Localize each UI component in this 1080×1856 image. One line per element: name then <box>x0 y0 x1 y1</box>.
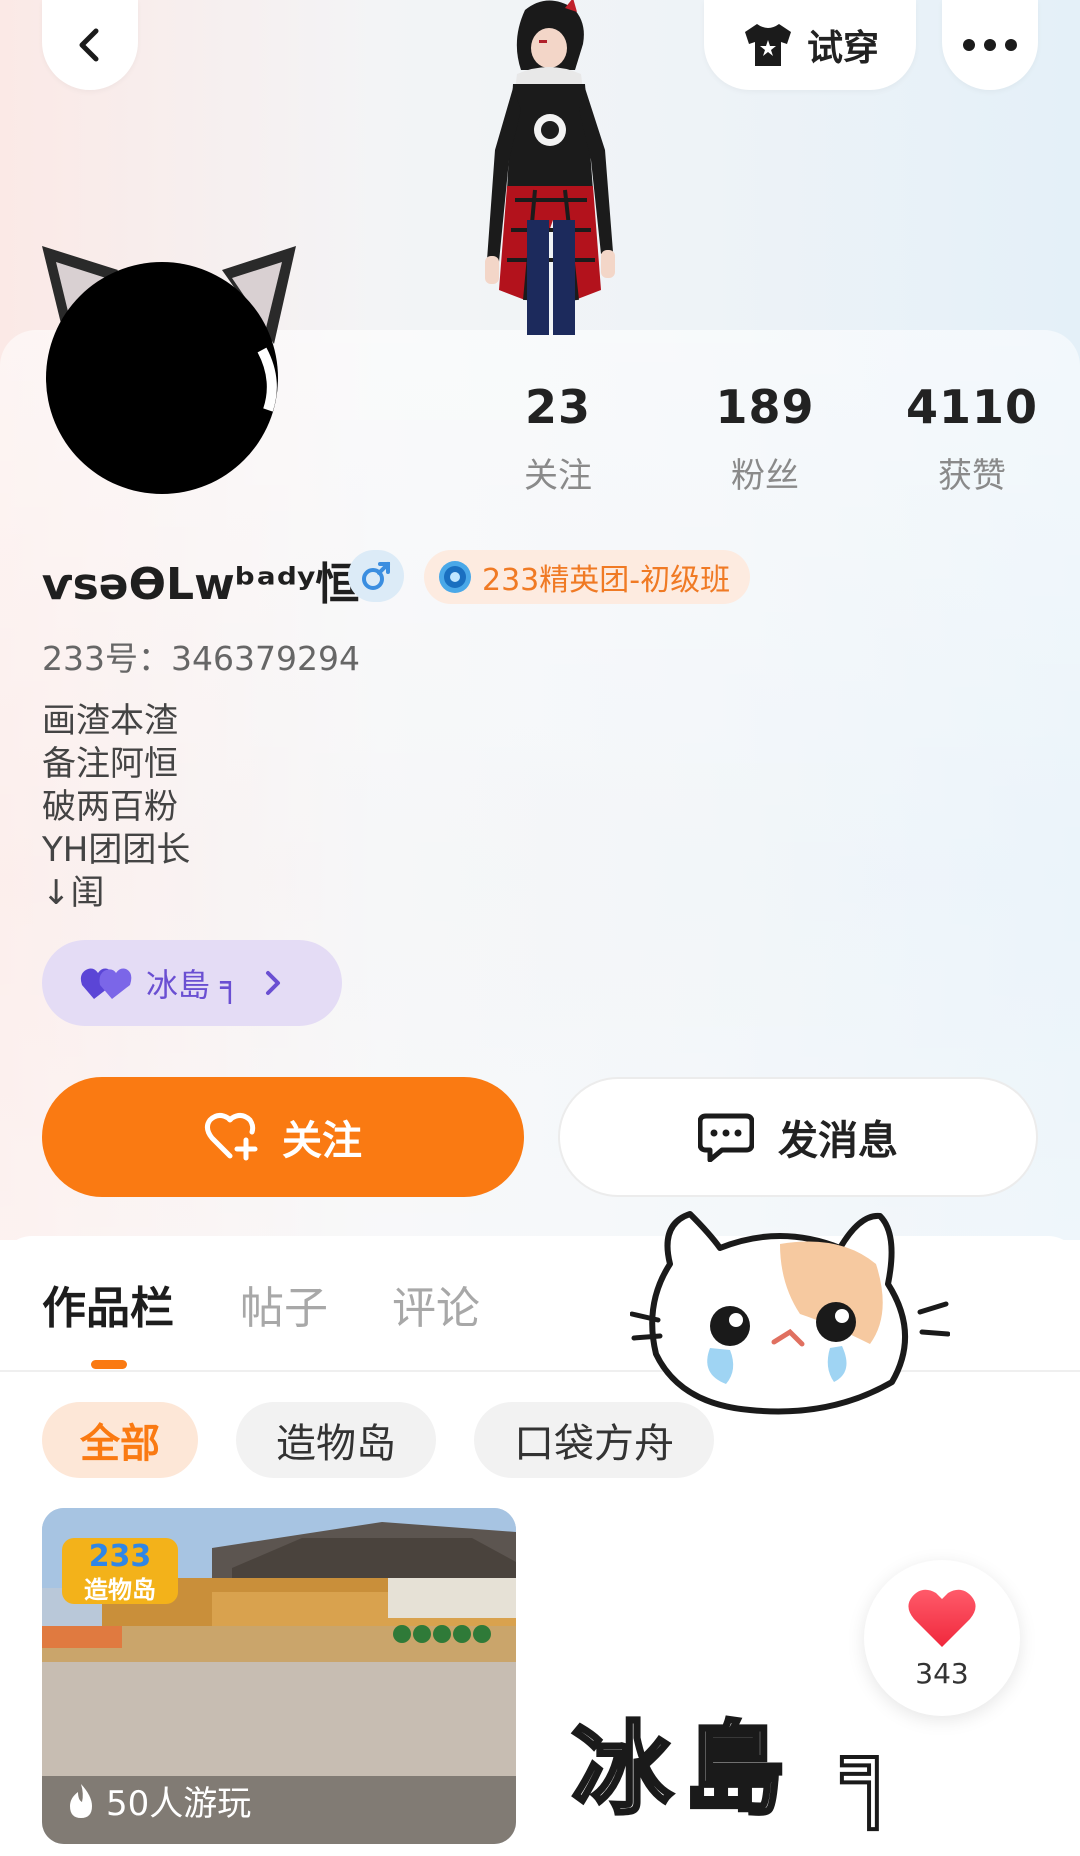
bio-line: ↓闺 <box>42 873 105 913</box>
followers-count: 189 <box>715 380 815 434</box>
play-count: 50人游玩 <box>66 1776 251 1825</box>
group-badge-label: 233精英团-初级班 <box>482 563 731 598</box>
logo-line-2: 造物岛 <box>84 1576 156 1604</box>
flame-icon <box>70 1783 92 1818</box>
sticker-caption: 冰島 ╕ <box>570 1709 916 1830</box>
user-avatar[interactable] <box>40 240 300 500</box>
followers-label: 粉丝 <box>731 456 799 496</box>
heart-pair-icon <box>80 968 132 999</box>
likes-label: 获赞 <box>938 456 1006 496</box>
more-dots-icon <box>963 39 1017 51</box>
male-icon <box>362 562 390 590</box>
heart-icon <box>908 1589 976 1647</box>
user-id: 233号：346379294 <box>42 639 360 678</box>
gender-badge <box>348 550 404 602</box>
filter-pocket-ark[interactable]: 口袋方舟 <box>474 1402 714 1478</box>
likes-count: 4110 <box>905 380 1039 434</box>
tab-posts[interactable]: 帖子 <box>240 1272 328 1336</box>
message-button[interactable]: 发消息 <box>558 1077 1038 1197</box>
profile-bio: 画渣本渣 备注阿恒 破两百粉 YH团团长 ↓闺 <box>42 700 190 915</box>
message-label: 发消息 <box>778 1118 898 1164</box>
follow-button[interactable]: 关注 <box>42 1077 524 1197</box>
follow-label: 关注 <box>282 1118 362 1164</box>
bio-line: YH团团长 <box>42 830 191 870</box>
like-count: 343 <box>915 1656 969 1690</box>
chevron-left-icon <box>79 28 99 62</box>
chevron-right-icon <box>266 971 281 995</box>
logo-line-1: 233 <box>89 1539 152 1574</box>
stat-followers[interactable]: 189 粉丝 <box>665 380 865 497</box>
relationship-tag-label: 冰島 ╕ <box>146 966 240 1004</box>
try-on-label: 试穿 <box>806 28 879 69</box>
character-avatar-figure[interactable] <box>455 0 640 335</box>
bio-line: 画渣本渣 <box>42 701 178 741</box>
heart-plus-icon <box>204 1112 258 1161</box>
cat-sticker <box>630 1211 950 1415</box>
stat-likes[interactable]: 4110 获赞 <box>872 380 1072 497</box>
tab-indicator <box>91 1360 127 1369</box>
tab-works[interactable]: 作品栏 <box>42 1272 174 1336</box>
following-label: 关注 <box>524 456 592 496</box>
try-on-button[interactable]: 试穿 <box>704 0 916 90</box>
tab-comments[interactable]: 评论 <box>392 1272 480 1336</box>
chat-bubble-icon <box>698 1113 754 1162</box>
relationship-tag[interactable]: 冰島 ╕ <box>42 940 342 1026</box>
play-count-label: 50人游玩 <box>106 1784 252 1824</box>
stat-following[interactable]: 23 关注 <box>458 380 658 497</box>
gear-badge-icon <box>439 561 471 593</box>
bio-line: 破两百粉 <box>42 787 178 827</box>
filter-creation-island[interactable]: 造物岛 <box>236 1402 436 1478</box>
following-count: 23 <box>524 380 591 434</box>
bio-line: 备注阿恒 <box>42 744 178 784</box>
tshirt-icon <box>744 24 791 66</box>
group-badge[interactable]: 233精英团-初级班 <box>424 550 751 604</box>
filter-all[interactable]: 全部 <box>42 1402 198 1478</box>
profile-name: ѵѕəƟLwᵇᵃᵈʸ恒 <box>42 559 360 610</box>
